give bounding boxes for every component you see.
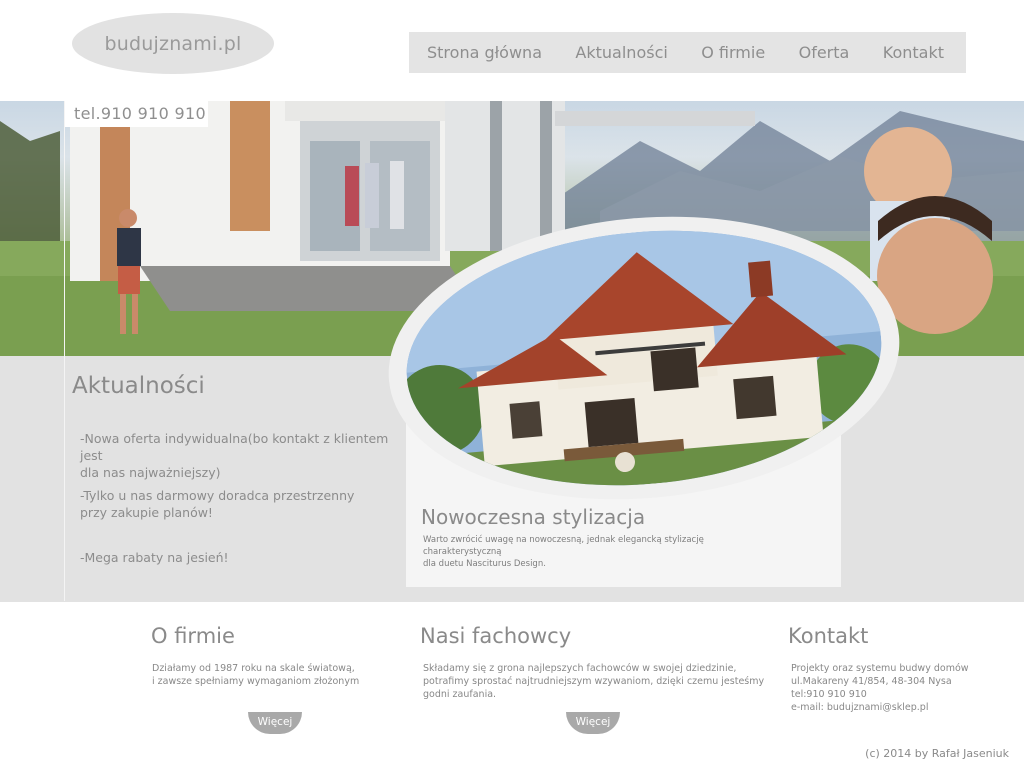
news-item-line: -Nowa oferta indywidualna(bo kontakt z k… [80, 431, 389, 463]
nav-item-news[interactable]: Aktualności [575, 43, 667, 62]
news-item: -Tylko u nas darmowy doradca przestrzenn… [80, 487, 396, 521]
news-item-line: -Mega rabaty na jesień! [80, 550, 229, 565]
feature-text-line: dla duetu Nasciturus Design. [423, 559, 546, 569]
site-logo[interactable]: budujznami.pl [72, 13, 274, 74]
news-item: -Nowa oferta indywidualna(bo kontakt z k… [80, 430, 396, 481]
phone-number: tel.910 910 910 [64, 101, 208, 127]
feature-heading: Nowoczesna stylizacja [421, 505, 646, 529]
contact-text-line: ul.Makareny 41/854, 48-304 Nysa [791, 676, 952, 687]
contact-email[interactable]: e-mail: budujznami@sklep.pl [791, 701, 969, 714]
about-more-button[interactable]: Więcej [248, 712, 302, 734]
experts-text-line: potrafimy sprostać najtrudniejszym wzywa… [423, 676, 765, 687]
nav-item-offer[interactable]: Oferta [799, 43, 850, 62]
about-text: Działamy od 1987 roku na skale światową,… [152, 662, 359, 688]
news-item: -Mega rabaty na jesień! [80, 549, 396, 566]
experts-heading: Nasi fachowcy [420, 624, 572, 648]
nav-item-contact[interactable]: Kontakt [883, 43, 944, 62]
main-nav: Strona główna Aktualności O firmie Ofert… [409, 32, 966, 73]
about-heading: O firmie [151, 624, 235, 648]
feature-description: Warto zwrócić uwagę na nowoczesną, jedna… [423, 534, 783, 570]
experts-more-button[interactable]: Więcej [566, 712, 620, 734]
experts-text-line: godni zaufania. [423, 689, 497, 700]
about-text-line: i zawsze spełniamy wymaganiom złożonym [152, 676, 360, 687]
news-item-line: przy zakupie planów! [80, 505, 213, 520]
about-text-line: Działamy od 1987 roku na skale światową, [152, 663, 355, 674]
nav-item-home[interactable]: Strona główna [427, 43, 542, 62]
feature-text-line: Warto zwrócić uwagę na nowoczesną, jedna… [423, 535, 704, 557]
news-heading: Aktualności [72, 373, 205, 399]
copyright: (c) 2014 by Rafał Jaseniuk [865, 747, 1009, 760]
nav-item-about[interactable]: O firmie [701, 43, 765, 62]
contact-phone: tel:910 910 910 [791, 689, 867, 700]
contact-text: Projekty oraz systemu budwy domów ul.Mak… [791, 662, 969, 714]
experts-text: Składamy się z grona najlepszych fachowc… [423, 662, 764, 701]
news-item-line: -Tylko u nas darmowy doradca przestrzenn… [80, 488, 355, 503]
experts-text-line: Składamy się z grona najlepszych fachowc… [423, 663, 737, 674]
contact-heading: Kontakt [788, 624, 869, 648]
contact-text-line: Projekty oraz systemu budwy domów [791, 663, 969, 674]
news-item-line: dla nas najważniejszy) [80, 465, 221, 480]
divider-line [64, 101, 65, 601]
